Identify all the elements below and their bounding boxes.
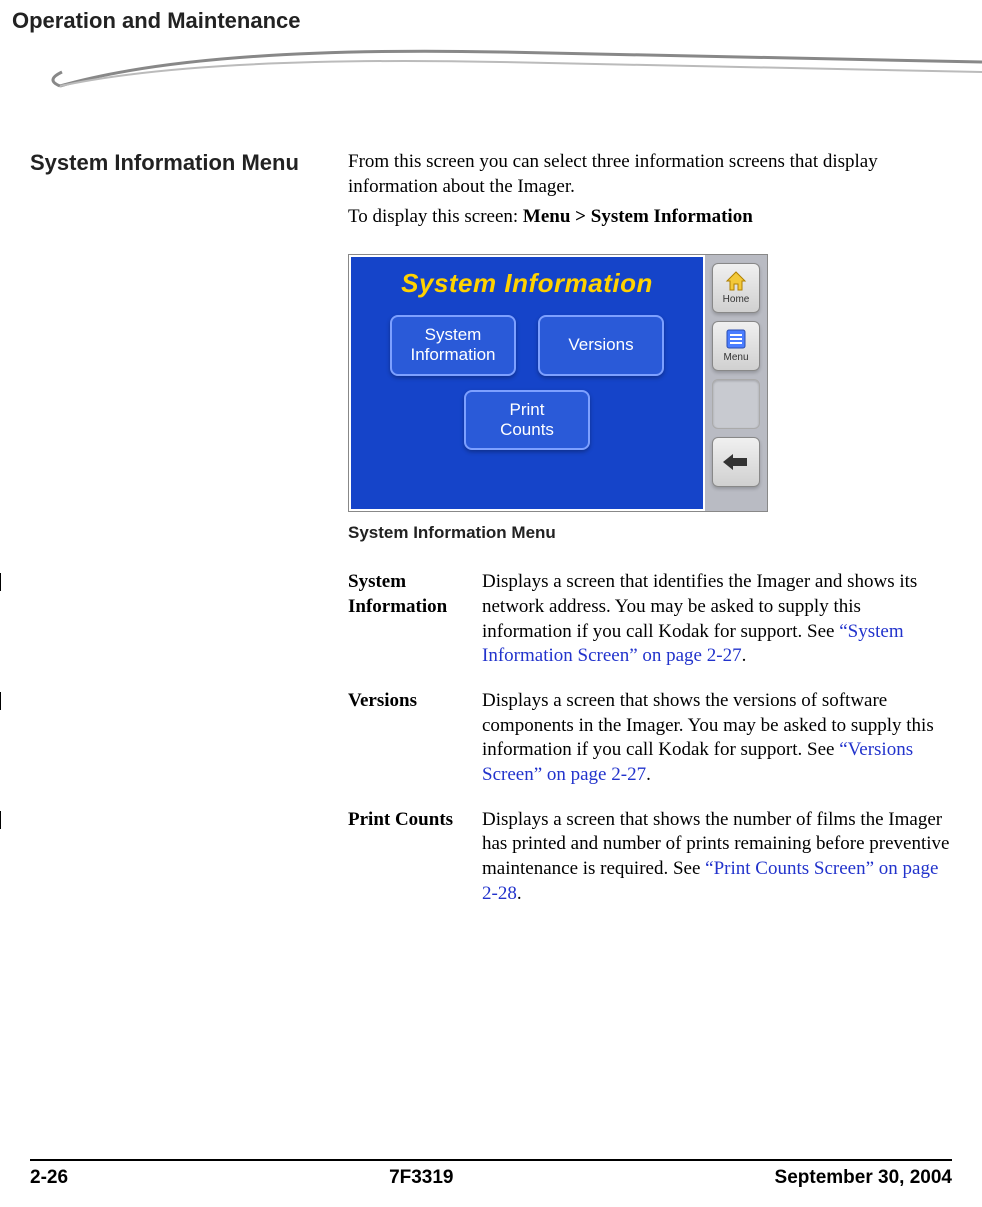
def-term: Versions: [348, 689, 482, 788]
nav-path: Menu > System Information: [523, 206, 753, 227]
menu-button[interactable]: Menu: [712, 321, 760, 371]
change-bar: [0, 811, 1, 829]
home-label: Home: [723, 293, 750, 306]
back-arrow-icon: [721, 452, 751, 472]
def-description: Displays a screen that identifies the Im…: [482, 570, 952, 669]
definition-row: Print Counts Displays a screen that show…: [348, 808, 952, 907]
device-screenshot: System Information System Information Ve…: [348, 254, 952, 512]
decorative-swoosh: [0, 38, 982, 102]
def-term: Print Counts: [348, 808, 482, 907]
intro-paragraph: From this screen you can select three in…: [348, 150, 952, 199]
document-date: September 30, 2004: [775, 1167, 952, 1189]
home-icon: [724, 270, 748, 292]
def-description: Displays a screen that shows the number …: [482, 808, 952, 907]
versions-button[interactable]: Versions: [538, 315, 664, 376]
section-heading: System Information Menu: [30, 150, 348, 175]
chapter-title: Operation and Maintenance: [0, 0, 982, 38]
btn-label: Versions: [568, 335, 633, 354]
page-number: 2-26: [30, 1167, 68, 1189]
menu-label: Menu: [723, 351, 748, 364]
def-term: System Information: [348, 570, 482, 669]
btn-line2: Counts: [476, 420, 578, 440]
figure-caption: System Information Menu: [348, 522, 952, 544]
def-description: Displays a screen that shows the version…: [482, 689, 952, 788]
change-bar: [0, 573, 1, 591]
system-information-button[interactable]: System Information: [390, 315, 516, 376]
desc-tail: .: [646, 764, 651, 785]
btn-line2: Information: [402, 345, 504, 365]
print-counts-button[interactable]: Print Counts: [464, 390, 590, 451]
term-text: Versions: [348, 690, 417, 711]
menu-icon: [724, 328, 748, 350]
definition-list: System Information Displays a screen tha…: [348, 570, 952, 906]
btn-line1: System: [402, 325, 504, 345]
definition-row: System Information Displays a screen tha…: [348, 570, 952, 669]
definition-row: Versions Displays a screen that shows th…: [348, 689, 952, 788]
nav-instruction: To display this screen: Menu > System In…: [348, 205, 952, 230]
page-footer: 2-26 7F3319 September 30, 2004: [0, 1159, 982, 1189]
side-placeholder: [712, 379, 760, 429]
document-id: 7F3319: [389, 1167, 453, 1189]
home-button[interactable]: Home: [712, 263, 760, 313]
change-bar: [0, 692, 1, 710]
desc-tail: .: [517, 883, 522, 904]
nav-prefix: To display this screen:: [348, 206, 523, 227]
btn-line1: Print: [476, 400, 578, 420]
screen-title: System Information: [351, 257, 703, 315]
desc-tail: .: [742, 645, 747, 666]
back-button[interactable]: [712, 437, 760, 487]
